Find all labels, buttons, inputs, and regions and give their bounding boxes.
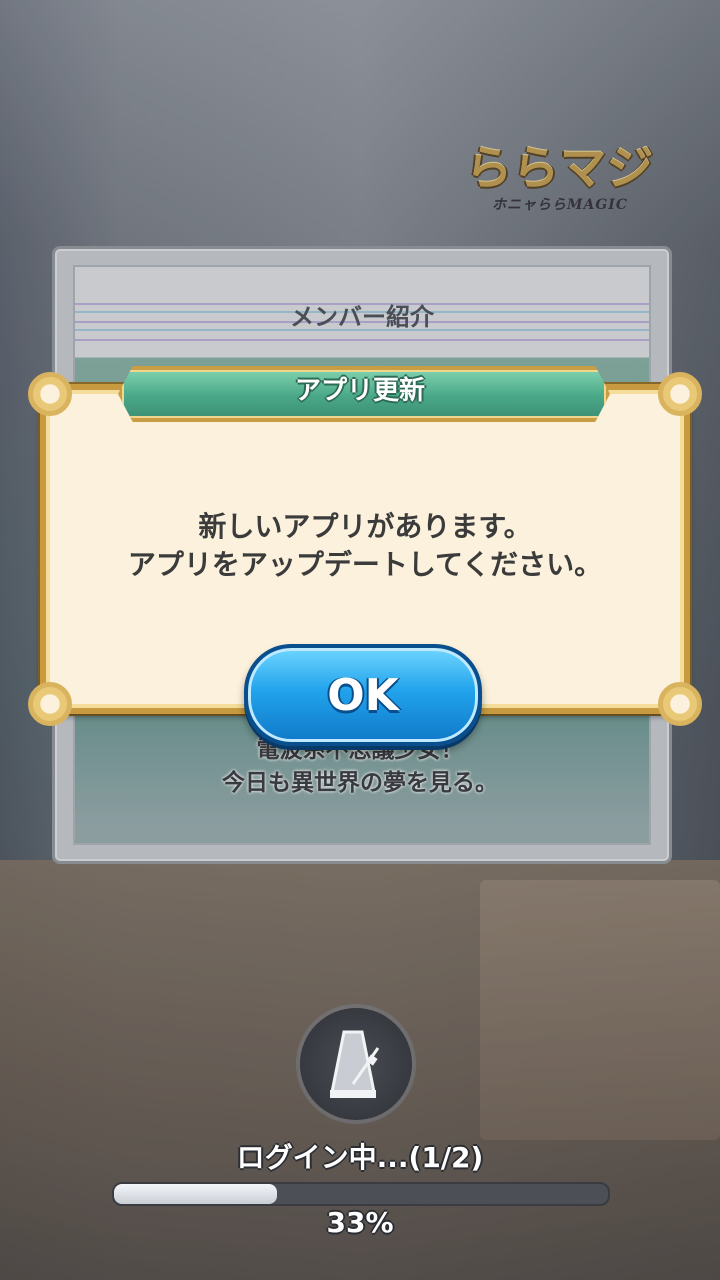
ok-button[interactable]: OK	[244, 644, 482, 746]
metronome-icon	[300, 1008, 412, 1120]
dialog-message-line2: アプリをアップデートしてください。	[127, 548, 603, 581]
ornament-corner	[658, 372, 702, 416]
ornament-corner	[658, 682, 702, 726]
ornament-corner	[28, 372, 72, 416]
dialog-title: アプリ更新	[294, 376, 425, 406]
loading-percent: 33%	[326, 1206, 394, 1239]
loading-progress-fill	[114, 1184, 278, 1204]
dialog-message: 新しいアプリがあります。 アプリをアップデートしてください。	[46, 508, 684, 584]
loading-progress-bar	[112, 1182, 610, 1206]
ornament-corner	[28, 682, 72, 726]
login-status: ログイン中...(1/2)	[236, 1141, 484, 1174]
dialog-message-line1: 新しいアプリがあります。	[198, 510, 532, 543]
